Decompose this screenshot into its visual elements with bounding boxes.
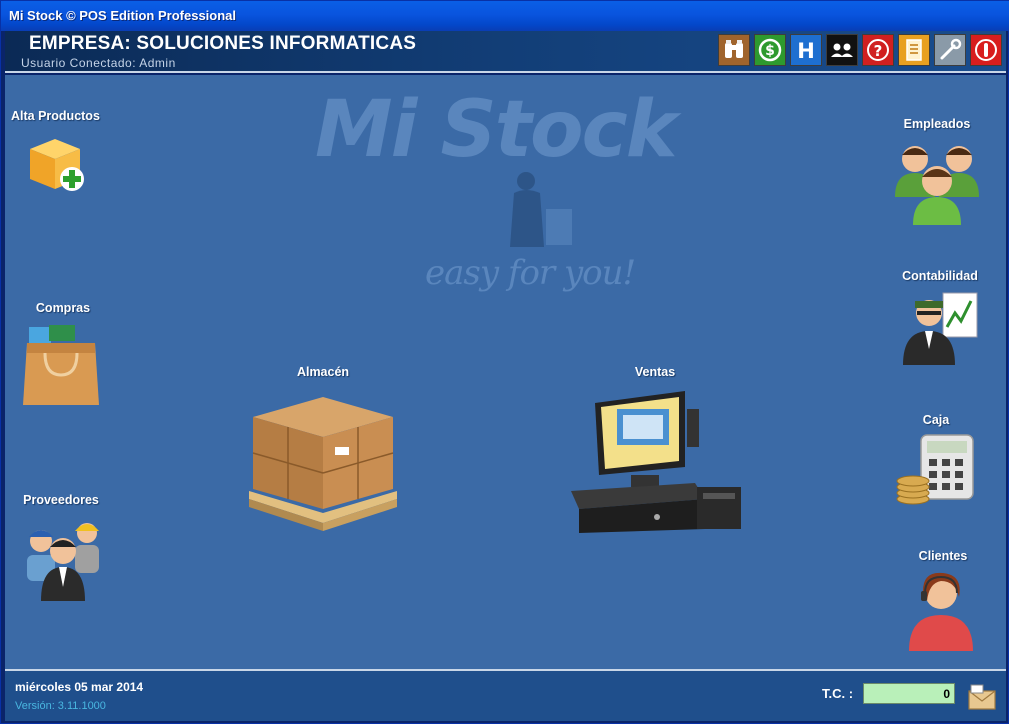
hotel-icon: H (797, 39, 815, 63)
power-icon (975, 39, 997, 61)
tile-alta-productos[interactable]: Alta Productos (11, 109, 100, 197)
tile-almacen[interactable]: Almacén (243, 365, 403, 539)
document-icon (906, 39, 922, 61)
app-window: Mi Stock © POS Edition Professional EMPR… (0, 0, 1009, 724)
people-icon (831, 43, 853, 57)
tile-label-contabilidad: Contabilidad (902, 269, 978, 283)
exit-button[interactable] (970, 34, 1002, 66)
tile-label-compras: Compras (35, 301, 91, 315)
tile-ventas[interactable]: Ventas (565, 365, 745, 535)
accountant-icon (903, 292, 978, 365)
tile-label-empleados: Empleados (903, 117, 971, 131)
wrench-icon (940, 38, 962, 60)
tile-caja[interactable]: Caja (895, 413, 977, 507)
svg-text:$: $ (765, 43, 775, 59)
tile-clientes[interactable]: Clientes (909, 549, 977, 653)
watermark-title: Mi Stock (315, 85, 678, 175)
svg-text:?: ? (874, 42, 883, 60)
mail-icon[interactable] (967, 683, 997, 713)
tc-label: T.C. : (822, 686, 854, 701)
calculator-coins-icon (896, 434, 974, 505)
toolbar: $ H ? (718, 34, 1002, 66)
help-icon: ? (867, 39, 889, 61)
binoculars-icon (725, 40, 743, 58)
tile-proveedores[interactable]: Proveedores (19, 493, 103, 607)
tile-label-caja: Caja (922, 413, 950, 427)
tile-label-alta-productos: Alta Productos (11, 109, 100, 123)
dollar-icon: $ (758, 38, 782, 62)
pos-terminal-icon (571, 391, 741, 533)
pallet-boxes-icon (249, 397, 397, 531)
version-label: Versión: 3.11.1000 (15, 700, 106, 712)
box-add-icon (30, 139, 85, 191)
header-bar: EMPRESA: SOLUCIONES INFORMATICAS Usuario… (5, 31, 1006, 73)
tc-input[interactable] (863, 683, 955, 704)
waiter-icon (510, 172, 572, 247)
cash-button[interactable]: $ (754, 34, 786, 66)
watermark-subtitle: easy for you! (425, 253, 636, 293)
settings-button[interactable] (934, 34, 966, 66)
search-button[interactable] (718, 34, 750, 66)
tile-label-clientes: Clientes (918, 549, 968, 563)
connected-user: Usuario Conectado: Admin (21, 56, 176, 70)
shopping-bag-icon (23, 325, 99, 405)
hotel-button[interactable]: H (790, 34, 822, 66)
suppliers-icon (27, 523, 99, 601)
reports-button[interactable] (898, 34, 930, 66)
svg-text:H: H (797, 39, 815, 63)
tile-contabilidad[interactable]: Contabilidad (899, 269, 981, 367)
watermark-logo: Mi Stock easy for you! (315, 85, 695, 305)
users-button[interactable] (826, 34, 858, 66)
tile-label-proveedores: Proveedores (23, 493, 99, 507)
employees-icon (895, 146, 979, 225)
tile-label-almacen: Almacén (296, 365, 350, 379)
company-name: EMPRESA: SOLUCIONES INFORMATICAS (29, 33, 417, 54)
window-title: Mi Stock © POS Edition Professional (1, 1, 1009, 31)
help-button[interactable]: ? (862, 34, 894, 66)
main-panel: Mi Stock easy for you! Alta Productos Co… (5, 75, 1006, 669)
tile-label-ventas: Ventas (634, 365, 676, 379)
current-date: miércoles 05 mar 2014 (15, 680, 144, 694)
tile-empleados[interactable]: Empleados (891, 117, 983, 227)
tile-compras[interactable]: Compras (21, 301, 105, 409)
customer-support-icon (909, 572, 973, 651)
status-bar: miércoles 05 mar 2014 Versión: 3.11.1000… (5, 669, 1006, 721)
